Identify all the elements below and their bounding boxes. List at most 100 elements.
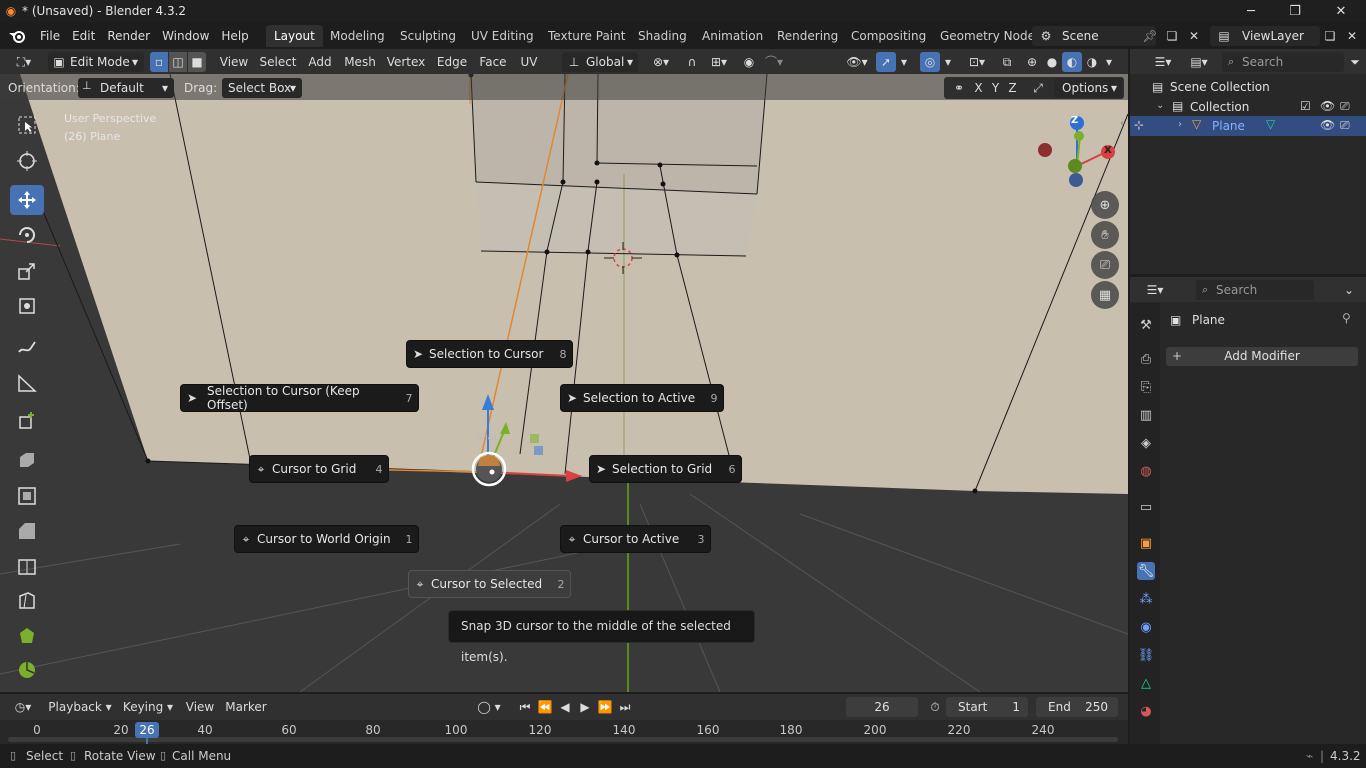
3d-viewport[interactable]: Z X User Perspective (26) Plane Snap Ori… bbox=[0, 74, 1128, 692]
auto-keying-icon[interactable]: ◯ ▾ bbox=[472, 697, 506, 717]
timeline-scrollbar[interactable] bbox=[8, 737, 1118, 742]
jump-prev-keyframe-icon[interactable]: ⏪ bbox=[536, 697, 554, 717]
move-tool[interactable] bbox=[10, 185, 44, 215]
start-frame-field[interactable]: Start 1 bbox=[946, 697, 1028, 717]
visibility-eye-icon[interactable]: 👁︎ bbox=[1320, 118, 1335, 132]
render-properties-tab-icon[interactable]: ⎙ bbox=[1137, 350, 1155, 368]
face-select-icon[interactable]: ■ bbox=[188, 52, 206, 72]
tab-sculpting[interactable]: Sculpting bbox=[392, 25, 464, 47]
tab-rendering[interactable]: Rendering bbox=[769, 25, 846, 47]
new-scene-icon[interactable]: ❏ bbox=[1162, 26, 1182, 46]
delete-view-layer-icon[interactable]: ✕ bbox=[1342, 26, 1362, 46]
close-icon[interactable]: ✕ bbox=[1318, 0, 1364, 22]
menu-add[interactable]: Add bbox=[302, 52, 338, 72]
expand-chevron-icon[interactable]: ⌄ bbox=[1156, 100, 1164, 111]
pie-item-cursor-to-selected[interactable]: ⌖ Cursor to Selected 2 bbox=[408, 570, 571, 598]
pie-item-selection-to-cursor-keep-offset[interactable]: ➤ Selection to Cursor (Keep Offset) 7 bbox=[180, 384, 419, 412]
timeline-playhead[interactable]: 26 bbox=[135, 722, 159, 738]
tab-geometry-nodes[interactable]: Geometry Node bbox=[932, 25, 1043, 47]
pie-item-cursor-to-world-origin[interactable]: ⌖ Cursor to World Origin 1 bbox=[234, 525, 419, 553]
current-frame-field[interactable]: 26 bbox=[846, 697, 918, 717]
jump-start-icon[interactable]: ⏮ bbox=[516, 697, 534, 717]
menu-marker[interactable]: Marker bbox=[224, 697, 268, 717]
filter-icon[interactable]: ⏷ bbox=[1348, 52, 1362, 72]
object-properties-tab-icon[interactable]: ▣ bbox=[1137, 534, 1155, 552]
jump-end-icon[interactable]: ⏭ bbox=[616, 697, 634, 717]
material-tab-icon[interactable]: ◕ bbox=[1137, 702, 1155, 720]
blender-logo-icon[interactable] bbox=[0, 24, 34, 48]
minimize-icon[interactable]: ─ bbox=[1228, 0, 1274, 22]
edge-select-icon[interactable]: ◫ bbox=[169, 52, 187, 72]
snap-magnet-icon[interactable]: ∩ bbox=[682, 52, 702, 72]
display-mode-icon[interactable]: ▤▾ bbox=[1184, 52, 1214, 72]
modifier-properties-tab-icon[interactable]: 🔧︎ bbox=[1137, 562, 1155, 580]
mirror-y-toggle[interactable]: Y bbox=[987, 78, 1004, 98]
outliner-row-collection[interactable]: Collection bbox=[1190, 100, 1249, 114]
editor-type-icon[interactable]: ◷▾ bbox=[6, 697, 40, 717]
add-cube-tool[interactable] bbox=[10, 406, 44, 436]
proportional-edit-icon[interactable]: ◉ bbox=[740, 52, 758, 72]
gizmo-x-label[interactable]: X bbox=[1104, 145, 1112, 156]
visibility-eye-icon[interactable]: 👁︎▾ bbox=[840, 52, 874, 72]
output-properties-tab-icon[interactable]: ⎘ bbox=[1137, 378, 1155, 396]
expand-chevron-icon[interactable]: › bbox=[1178, 119, 1182, 130]
xray-toggle-icon[interactable]: ⧉ bbox=[998, 52, 1016, 72]
chevron-down-icon[interactable]: ▾ bbox=[1102, 52, 1116, 72]
scale-tool[interactable] bbox=[10, 256, 44, 286]
mirror-icon[interactable]: ⚭ bbox=[950, 78, 968, 98]
constraints-tab-icon[interactable]: ⛓︎ bbox=[1137, 646, 1155, 664]
inset-tool[interactable] bbox=[10, 481, 44, 511]
properties-search-input[interactable]: Search bbox=[1196, 280, 1314, 300]
drag-selector[interactable]: Select Box ▾ bbox=[222, 78, 302, 98]
menu-playback[interactable]: Playback ▾ bbox=[46, 697, 114, 717]
menu-window[interactable]: Window bbox=[156, 24, 215, 48]
orientation-selector[interactable]: Default ▾ bbox=[78, 78, 174, 98]
outliner-search-input[interactable]: Search bbox=[1222, 52, 1344, 72]
pie-item-selection-to-active[interactable]: ➤ Selection to Active 9 bbox=[560, 384, 724, 412]
render-camera-icon[interactable]: ⎚ bbox=[1340, 99, 1350, 114]
menu-file[interactable]: File bbox=[34, 24, 66, 48]
physics-tab-icon[interactable]: ◉ bbox=[1137, 618, 1155, 636]
gizmo-z-label[interactable]: Z bbox=[1071, 115, 1078, 126]
pie-item-selection-to-cursor[interactable]: ➤ Selection to Cursor 8 bbox=[406, 340, 573, 368]
chevron-down-icon[interactable]: ⌄ bbox=[1342, 280, 1356, 300]
pivot-point-icon[interactable]: ⊗▾ bbox=[644, 52, 678, 72]
perspective-toggle-icon[interactable]: ▦ bbox=[1091, 281, 1119, 309]
tab-uv-editing[interactable]: UV Editing bbox=[463, 25, 542, 47]
shading-solid-icon[interactable]: ● bbox=[1042, 52, 1062, 72]
loop-cut-tool[interactable] bbox=[10, 551, 44, 581]
tab-layout[interactable]: Layout bbox=[266, 25, 323, 47]
tab-animation[interactable]: Animation bbox=[694, 25, 771, 47]
menu-keying[interactable]: Keying ▾ bbox=[118, 697, 178, 717]
menu-render[interactable]: Render bbox=[101, 24, 156, 48]
editor-type-icon[interactable]: ☰▾ bbox=[1140, 280, 1170, 300]
measure-tool[interactable] bbox=[10, 368, 44, 398]
exclude-checkbox-icon[interactable]: ☑ bbox=[1300, 99, 1311, 113]
extrude-tool[interactable] bbox=[10, 445, 44, 475]
end-frame-field[interactable]: End 250 bbox=[1036, 697, 1118, 717]
proportional-falloff-icon[interactable]: ⌒▾ bbox=[760, 52, 788, 72]
render-camera-icon[interactable]: ⎚ bbox=[1340, 118, 1350, 133]
spin-tool[interactable] bbox=[10, 655, 44, 685]
menu-help[interactable]: Help bbox=[215, 24, 254, 48]
mirror-z-toggle[interactable]: Z bbox=[1004, 78, 1021, 98]
gizmo-toggle-icon[interactable]: ➚ bbox=[876, 52, 896, 72]
tab-compositing[interactable]: Compositing bbox=[843, 25, 934, 47]
shading-wireframe-icon[interactable]: ⊕ bbox=[1022, 52, 1042, 72]
menu-mesh[interactable]: Mesh bbox=[340, 52, 380, 72]
cursor-tool[interactable] bbox=[10, 146, 44, 176]
tab-shading[interactable]: Shading bbox=[630, 25, 695, 47]
zoom-icon[interactable]: ⊕ bbox=[1091, 191, 1119, 219]
poly-build-tool[interactable] bbox=[10, 621, 44, 651]
delete-scene-icon[interactable]: ✕ bbox=[1184, 26, 1204, 46]
view-layer-tab-icon[interactable]: ▥ bbox=[1137, 406, 1155, 424]
mesh-data-tab-icon[interactable]: △ bbox=[1137, 674, 1155, 692]
menu-select[interactable]: Select bbox=[256, 52, 300, 72]
knife-tool[interactable] bbox=[10, 586, 44, 616]
chevron-down-icon[interactable]: ▾ bbox=[941, 52, 955, 72]
maximize-icon[interactable]: ❐ bbox=[1272, 0, 1318, 22]
bevel-tool[interactable] bbox=[10, 516, 44, 546]
editor-type-icon[interactable]: ⛶▾ bbox=[6, 52, 42, 72]
vertex-select-icon[interactable]: ▫ bbox=[150, 52, 168, 72]
pan-hand-icon[interactable]: ✋︎ bbox=[1091, 221, 1119, 249]
